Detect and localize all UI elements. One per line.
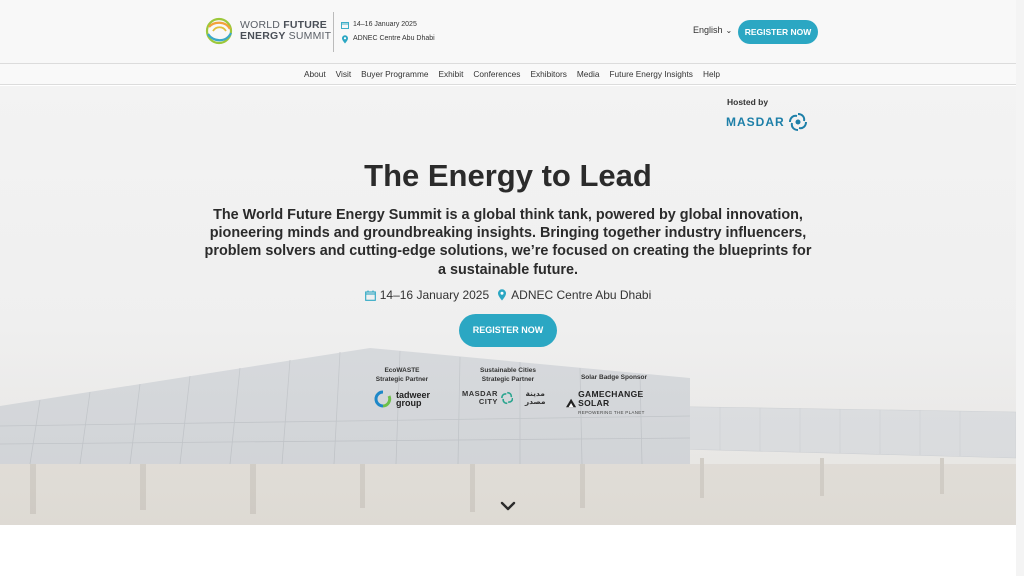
calendar-icon xyxy=(364,290,376,301)
wfes-logo[interactable]: WORLD FUTURE ENERGY SUMMIT xyxy=(204,16,331,46)
tadweer-logo: tadweer group xyxy=(366,390,438,408)
wfes-logo-mark-icon xyxy=(205,17,233,45)
header-event-info: 14–16 January 2025 ADNEC Centre Abu Dhab… xyxy=(341,18,435,46)
partner-solar-badge[interactable]: Solar Badge Sponsor GAMECHANGE SOLAR REP… xyxy=(566,374,662,417)
partner-label-line1: Solar Badge Sponsor xyxy=(580,374,648,381)
hero-title: The Energy to Lead xyxy=(364,158,652,193)
tadweer-mark-icon xyxy=(374,390,392,408)
hosted-by-label: Hosted by xyxy=(727,97,769,107)
hero-section: Hosted by MASDAR The Energy to Lead The … xyxy=(0,86,1016,525)
nav-item-conferences[interactable]: Conferences xyxy=(473,69,520,79)
hero-venue-item: ADNEC Centre Abu Dhabi xyxy=(497,288,651,302)
masdar-city-swirl-icon xyxy=(501,391,514,405)
page-scrollbar[interactable] xyxy=(1016,0,1024,576)
gamechange-text: GAMECHANGE SOLAR REPOWERING THE PLANET xyxy=(578,388,662,417)
header-venue: ADNEC Centre Abu Dhabi xyxy=(353,35,435,42)
hero-event-meta: 14–16 January 2025 ADNEC Centre Abu Dhab… xyxy=(0,288,1016,302)
masdar-city-text: MASDAR CITY xyxy=(462,390,498,406)
partner-label-line2: Strategic Partner xyxy=(375,375,429,383)
partner-ecowaste[interactable]: EcoWASTE Strategic Partner tadweer group xyxy=(366,367,438,408)
header-venue-row: ADNEC Centre Abu Dhabi xyxy=(341,32,435,46)
hero-date-item: 14–16 January 2025 xyxy=(364,288,490,302)
nav-item-media[interactable]: Media xyxy=(577,69,600,79)
tadweer-text-line2: group xyxy=(395,398,422,408)
language-selector[interactable]: English ⌄ xyxy=(693,25,732,35)
partner-label-line2: Strategic Partner xyxy=(481,375,535,383)
register-now-button-header[interactable]: REGISTER NOW xyxy=(738,20,818,44)
masdar-city-line2: CITY xyxy=(478,397,498,406)
header-divider xyxy=(333,12,334,52)
hero-description: The World Future Energy Summit is a glob… xyxy=(204,207,812,278)
nav-item-visit[interactable]: Visit xyxy=(336,69,352,79)
nav-item-exhibitors[interactable]: Exhibitors xyxy=(530,69,566,79)
language-label: English xyxy=(693,25,723,35)
hero-venue: ADNEC Centre Abu Dhabi xyxy=(511,288,652,302)
partner-label-line1: EcoWASTE xyxy=(384,367,420,374)
gamechange-line1: GAMECHANGE SOLAR xyxy=(578,388,644,408)
wfes-logo-text: WORLD FUTURE ENERGY SUMMIT xyxy=(240,20,331,42)
masdar-city-logo: MASDAR CITY مدينة مصدر xyxy=(462,390,554,406)
location-pin-icon xyxy=(342,34,348,43)
site-header: WORLD FUTURE ENERGY SUMMIT 14–16 January… xyxy=(0,0,1024,64)
partner-label-line1: Sustainable Cities xyxy=(480,367,536,374)
masdar-city-arabic: مدينة مصدر xyxy=(524,389,546,406)
nav-item-exhibit[interactable]: Exhibit xyxy=(438,69,463,79)
partner-sustainable-cities[interactable]: Sustainable Cities Strategic Partner MAS… xyxy=(462,367,554,406)
hero-date: 14–16 January 2025 xyxy=(379,288,490,302)
logo-line2: SUMMIT xyxy=(285,30,332,42)
header-date: 14–16 January 2025 xyxy=(353,21,417,28)
hero-overlay xyxy=(0,86,1016,525)
chevron-down-icon: ⌄ xyxy=(725,25,733,35)
nav-item-buyer-programme[interactable]: Buyer Programme xyxy=(361,69,428,79)
nav-item-help[interactable]: Help xyxy=(703,69,720,79)
masdar-swirl-icon xyxy=(788,113,807,131)
register-now-button-hero[interactable]: REGISTER NOW xyxy=(459,314,557,347)
chevron-down-icon[interactable] xyxy=(500,500,516,512)
masdar-logo-text: MASDAR xyxy=(726,115,785,129)
gamechange-mark-icon xyxy=(566,398,577,408)
location-pin-icon xyxy=(498,289,507,301)
gamechange-line2: REPOWERING THE PLANET xyxy=(578,409,645,415)
header-date-row: 14–16 January 2025 xyxy=(341,18,435,32)
logo-line2-bold: ENERGY xyxy=(240,30,286,42)
tadweer-text: tadweer group xyxy=(395,391,430,408)
masdar-logo[interactable]: MASDAR xyxy=(726,112,808,132)
calendar-icon xyxy=(341,22,349,29)
gamechange-logo: GAMECHANGE SOLAR REPOWERING THE PLANET xyxy=(566,388,662,417)
nav-item-about[interactable]: About xyxy=(304,69,326,79)
nav-item-future-energy-insights[interactable]: Future Energy Insights xyxy=(609,69,692,79)
main-nav: About Visit Buyer Programme Exhibit Conf… xyxy=(0,64,1024,85)
